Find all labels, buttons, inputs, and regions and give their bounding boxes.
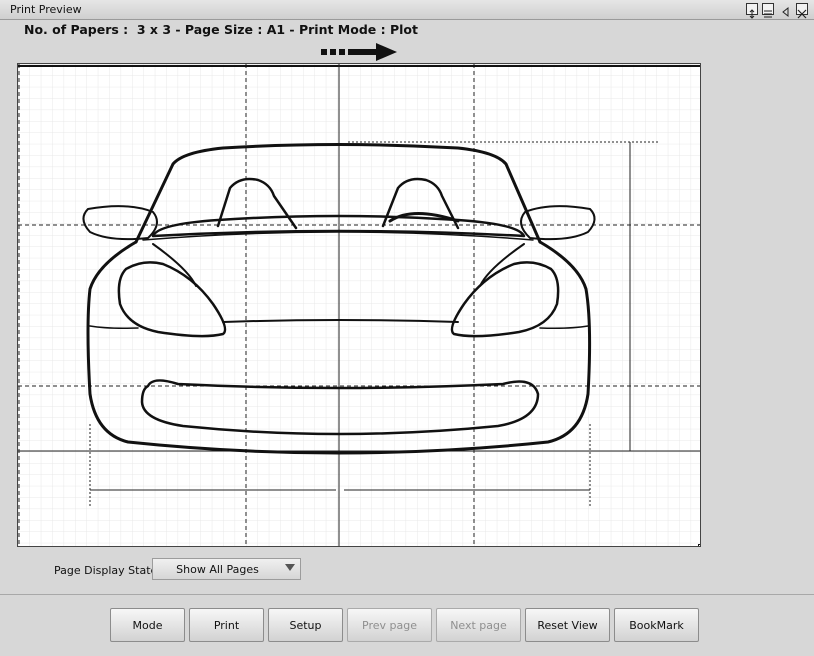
title-bar: Print Preview xyxy=(0,0,814,20)
prev-page-button[interactable]: Prev page xyxy=(347,608,432,642)
close-icon[interactable] xyxy=(796,3,808,19)
window-title: Print Preview xyxy=(10,3,82,16)
print-info-text: No. of Papers : 3 x 3 - Page Size : A1 -… xyxy=(24,22,418,37)
page-display-state-value: Show All Pages xyxy=(176,563,259,576)
page-display-state-label: Page Display State xyxy=(54,564,158,577)
next-page-button[interactable]: Next page xyxy=(436,608,521,642)
resize-icon[interactable] xyxy=(746,3,758,19)
bookmark-button[interactable]: BookMark xyxy=(614,608,699,642)
print-preview-canvas[interactable] xyxy=(17,63,701,547)
setup-button[interactable]: Setup xyxy=(268,608,343,642)
mode-button[interactable]: Mode xyxy=(110,608,185,642)
page-display-state-select[interactable]: Show All Pages xyxy=(152,558,301,580)
chevron-down-icon xyxy=(285,564,295,571)
collapse-left-icon[interactable] xyxy=(780,3,792,18)
print-button[interactable]: Print xyxy=(189,608,264,642)
menu-icon[interactable] xyxy=(762,3,774,18)
reset-view-button[interactable]: Reset View xyxy=(525,608,610,642)
